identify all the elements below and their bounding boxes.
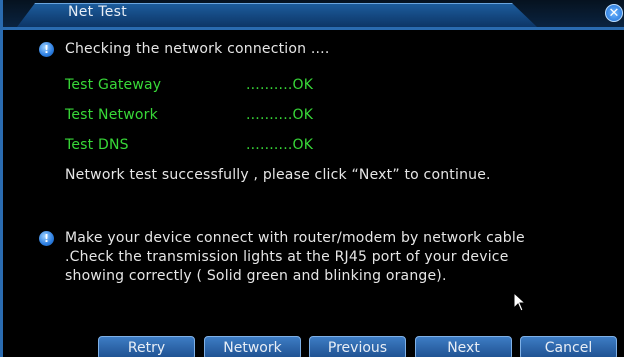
title-bar: Net Test ✕ [3,0,624,27]
info-icon: ! [39,231,54,246]
info-icon: ! [39,42,54,57]
close-icon[interactable]: ✕ [605,4,623,22]
hint-line-1: Make your device connect with router/mod… [65,230,525,246]
test-dns-result: ..........OK [246,137,314,153]
test-gateway-result: ..........OK [246,77,314,93]
retry-button[interactable]: Retry [98,336,195,357]
hint-line-3: showing correctly ( Solid green and blin… [65,268,447,284]
mouse-cursor-icon [513,292,527,312]
network-button[interactable]: Network [204,336,301,357]
net-test-dialog: Net Test ✕ ! Checking the network connec… [0,0,624,357]
checking-message: Checking the network connection .... [65,41,330,57]
hint-line-2: .Check the transmission lights at the RJ… [65,249,509,265]
test-network-label: Test Network [65,107,158,123]
dialog-title: Net Test [68,4,127,20]
cancel-button[interactable]: Cancel [520,336,617,357]
test-dns-label: Test DNS [65,137,129,153]
title-divider [3,27,624,30]
test-gateway-label: Test Gateway [65,77,162,93]
next-button[interactable]: Next [415,336,512,357]
test-network-result: ..........OK [246,107,314,123]
success-message: Network test successfully , please click… [65,167,491,183]
previous-button[interactable]: Previous [309,336,406,357]
